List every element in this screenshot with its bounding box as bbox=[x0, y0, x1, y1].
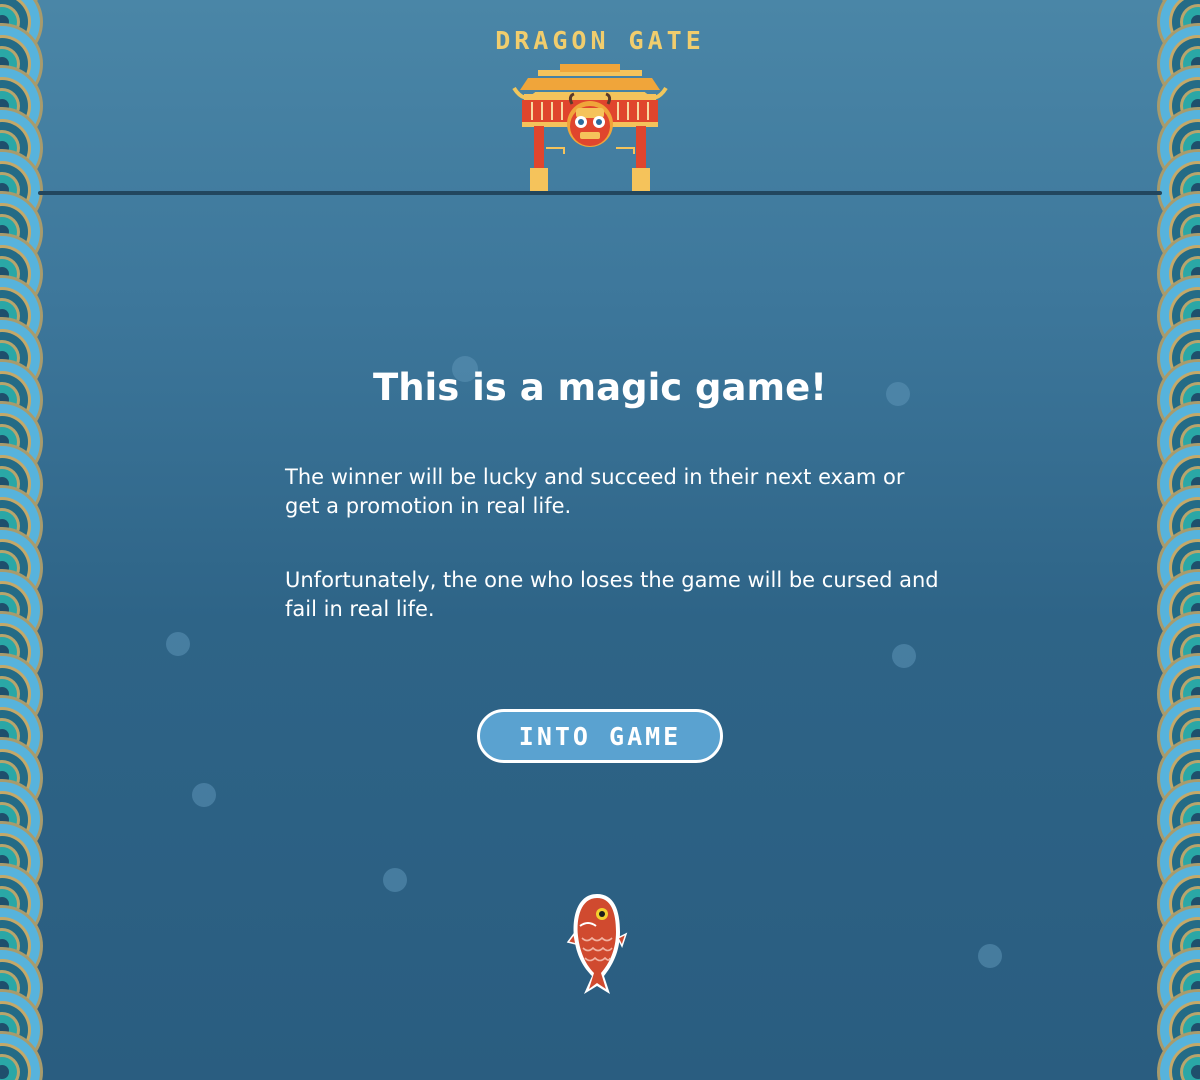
wave-border-right bbox=[1150, 0, 1200, 1080]
wave-border-left bbox=[0, 0, 50, 1080]
intro-paragraph-loser: Unfortunately, the one who loses the gam… bbox=[285, 568, 939, 621]
water-surface-line bbox=[38, 191, 1162, 195]
koi-fish-icon[interactable] bbox=[566, 890, 628, 998]
dragon-gate-icon bbox=[512, 64, 668, 192]
bubble bbox=[383, 868, 407, 892]
intro-headline: This is a magic game! bbox=[372, 366, 828, 409]
bubble bbox=[978, 944, 1002, 968]
intro-paragraph-winner: The winner will be lucky and succeed in … bbox=[285, 465, 905, 518]
bubble bbox=[192, 783, 216, 807]
into-game-button[interactable]: INTO GAME bbox=[477, 709, 723, 763]
bubble bbox=[892, 644, 916, 668]
bubble bbox=[166, 632, 190, 656]
game-title: DRAGON GATE bbox=[495, 26, 705, 55]
